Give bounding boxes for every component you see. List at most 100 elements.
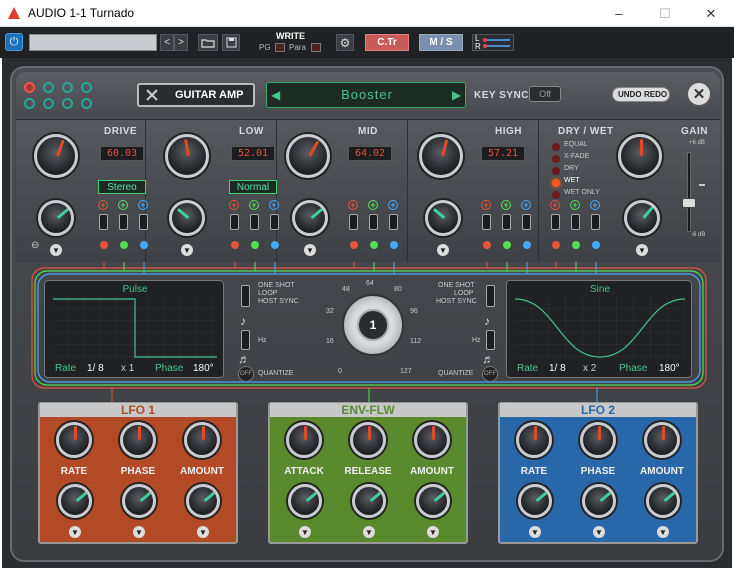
- drywet-knob[interactable]: [618, 134, 662, 178]
- lfo2-rate-mod-knob[interactable]: [518, 484, 552, 518]
- low-knob[interactable]: [165, 134, 209, 178]
- mod-switch[interactable]: [522, 214, 531, 230]
- env-attack-knob[interactable]: [286, 422, 322, 458]
- mod-plus-green-icon[interactable]: +: [118, 200, 128, 210]
- mod-switch[interactable]: [230, 214, 239, 230]
- mod-plus-green-icon[interactable]: +: [249, 200, 259, 210]
- high-knob[interactable]: [419, 134, 463, 178]
- effect-selector[interactable]: GUITAR AMP: [137, 83, 255, 107]
- slot-led[interactable]: [62, 82, 73, 93]
- dropdown-arrow-icon[interactable]: ▼: [69, 526, 81, 538]
- lfo-left-phase[interactable]: 180°: [193, 363, 214, 374]
- mod-switch[interactable]: [99, 214, 108, 230]
- lfo-left-shape[interactable]: Pulse: [45, 284, 225, 295]
- dropdown-arrow-icon[interactable]: ▼: [437, 244, 449, 256]
- lfo2-amount-knob[interactable]: [644, 422, 680, 458]
- lfo-right-sync-switch[interactable]: [486, 330, 495, 350]
- drywet-option[interactable]: DRY: [564, 165, 579, 172]
- mod-switch[interactable]: [591, 214, 600, 230]
- note-icon[interactable]: ♪: [240, 314, 246, 328]
- minimize-button[interactable]: –: [596, 0, 642, 27]
- notes-icon[interactable]: ♬: [238, 352, 250, 366]
- high-mod-knob[interactable]: [425, 200, 461, 236]
- mod-switch[interactable]: [349, 214, 358, 230]
- save-icon[interactable]: [222, 34, 240, 51]
- lr-routing-display[interactable]: L R: [472, 34, 514, 51]
- slot-led[interactable]: [43, 82, 54, 93]
- close-effect-icon[interactable]: ✕: [686, 81, 712, 107]
- mod-switch[interactable]: [551, 214, 560, 230]
- gear-icon[interactable]: ⚙: [336, 34, 354, 51]
- drive-mod-knob[interactable]: [38, 200, 74, 236]
- drive-mode-select[interactable]: Stereo: [98, 180, 146, 194]
- note-icon[interactable]: ♪: [484, 314, 490, 328]
- mod-plus-green-icon[interactable]: +: [501, 200, 511, 210]
- redo-button[interactable]: REDO: [644, 90, 667, 99]
- maximize-button[interactable]: ☐: [642, 0, 688, 27]
- lfo-left-quantize-toggle[interactable]: OFF: [238, 366, 254, 382]
- mod-switch[interactable]: [369, 214, 378, 230]
- env-amount-mod-knob[interactable]: [416, 484, 450, 518]
- mod-switch[interactable]: [482, 214, 491, 230]
- drywet-option-led-active[interactable]: [552, 179, 560, 187]
- slot-leds[interactable]: [24, 82, 94, 112]
- drywet-option[interactable]: X-FADE: [564, 153, 589, 160]
- mod-plus-green-icon[interactable]: +: [368, 200, 378, 210]
- mod-plus-red-icon[interactable]: +: [229, 200, 239, 210]
- mod-plus-red-icon[interactable]: +: [550, 200, 560, 210]
- mod-switch[interactable]: [571, 214, 580, 230]
- lfo-right-phase[interactable]: 180°: [659, 363, 680, 374]
- drywet-option[interactable]: EQUAL: [564, 141, 588, 148]
- preset-selector-field[interactable]: [29, 34, 157, 51]
- slot-led[interactable]: [24, 82, 35, 93]
- dropdown-arrow-icon[interactable]: ▼: [50, 244, 62, 256]
- drywet-option-led[interactable]: [552, 191, 560, 199]
- slot-led[interactable]: [43, 98, 54, 109]
- drive-knob[interactable]: [34, 134, 78, 178]
- mod-plus-red-icon[interactable]: +: [348, 200, 358, 210]
- lfo1-amount-knob[interactable]: [184, 422, 220, 458]
- slot-led[interactable]: [24, 98, 35, 109]
- next-effect-preset-icon[interactable]: ▶: [452, 88, 461, 102]
- slot-led[interactable]: [81, 82, 92, 93]
- lfo-left-display[interactable]: Pulse Rate 1/ 8 x 1 Phase 180°: [44, 280, 224, 378]
- lfo-right-rate[interactable]: 1/ 8: [549, 363, 566, 374]
- mod-switch[interactable]: [119, 214, 128, 230]
- drywet-option-led[interactable]: [552, 155, 560, 163]
- mod-switch[interactable]: [389, 214, 398, 230]
- ms-button[interactable]: M / S: [419, 34, 463, 51]
- lfo-right-shape[interactable]: Sine: [507, 284, 693, 295]
- dropdown-arrow-icon[interactable]: ▼: [427, 526, 439, 538]
- gain-slider-track[interactable]: [687, 152, 691, 232]
- lfo-left-mult[interactable]: x 1: [121, 363, 134, 374]
- drywet-option[interactable]: WET: [564, 177, 580, 184]
- lfo1-rate-knob[interactable]: [56, 422, 92, 458]
- mod-plus-red-icon[interactable]: +: [98, 200, 108, 210]
- lfo-left-rate[interactable]: 1/ 8: [87, 363, 104, 374]
- open-folder-icon[interactable]: [198, 34, 218, 51]
- drywet-option-led[interactable]: [552, 143, 560, 151]
- env-attack-mod-knob[interactable]: [288, 484, 322, 518]
- dropdown-arrow-icon[interactable]: ▼: [529, 526, 541, 538]
- mod-switch[interactable]: [250, 214, 259, 230]
- lfo-left-sync-switch[interactable]: [241, 330, 250, 350]
- notes-icon[interactable]: ♬: [482, 352, 494, 366]
- dropdown-arrow-icon[interactable]: ▼: [181, 244, 193, 256]
- lfo-right-display[interactable]: Sine Rate 1/ 8 x 2 Phase 180°: [506, 280, 692, 378]
- mod-plus-blue-icon[interactable]: +: [590, 200, 600, 210]
- lfo-right-mult[interactable]: x 2: [583, 363, 596, 374]
- lfo2-rate-knob[interactable]: [516, 422, 552, 458]
- dropdown-arrow-icon[interactable]: ▼: [304, 244, 316, 256]
- lfo1-phase-mod-knob[interactable]: [122, 484, 156, 518]
- step-dial[interactable]: 1: [342, 294, 404, 356]
- lfo2-amount-mod-knob[interactable]: [646, 484, 680, 518]
- drywet-option-led[interactable]: [552, 167, 560, 175]
- low-mode-select[interactable]: Normal: [229, 180, 277, 194]
- slot-led[interactable]: [81, 98, 92, 109]
- dropdown-arrow-icon[interactable]: ▼: [636, 244, 648, 256]
- drywet-mod-knob[interactable]: [624, 200, 660, 236]
- mid-mod-knob[interactable]: [292, 200, 328, 236]
- lfo-left-mode-switch[interactable]: [241, 285, 250, 307]
- undo-button[interactable]: UNDO: [618, 90, 642, 99]
- lfo1-phase-knob[interactable]: [120, 422, 156, 458]
